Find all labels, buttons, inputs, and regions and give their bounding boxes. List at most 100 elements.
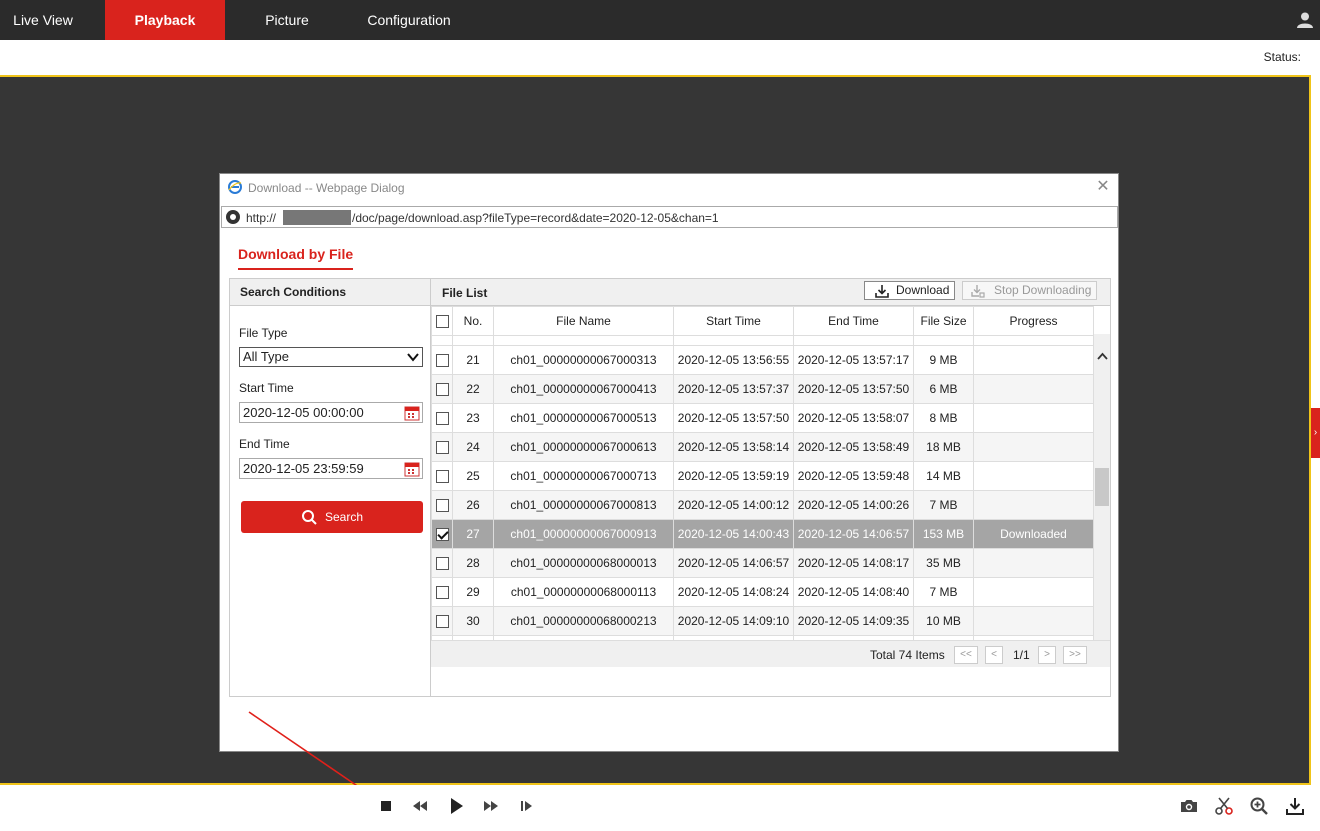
- end-time-field[interactable]: 2020-12-05 23:59:59: [239, 458, 423, 479]
- row-select-cell: [431, 548, 453, 578]
- prev-page-button[interactable]: <: [985, 646, 1003, 664]
- row-checkbox[interactable]: [435, 557, 449, 571]
- download-button[interactable]: Download: [864, 281, 955, 300]
- file-type-select[interactable]: All Type: [239, 347, 423, 367]
- page-indicator: 1/1: [1013, 648, 1030, 662]
- cell-start-time: 2020-12-05 14:00:12: [673, 490, 794, 520]
- cell-file-name: ch01_00000000067000313: [493, 345, 674, 375]
- table-row-partial: [431, 335, 1094, 346]
- row-checkbox[interactable]: [435, 441, 449, 455]
- search-button[interactable]: Search: [241, 501, 423, 533]
- cell-progress: [973, 548, 1094, 578]
- cell-start-time: 2020-12-05 14:00:43: [673, 519, 794, 549]
- tab-configuration[interactable]: Configuration: [350, 0, 468, 40]
- partial-cell: [431, 335, 453, 346]
- table-row[interactable]: 26 ch01_00000000067000813 2020-12-05 14:00…: [431, 490, 1094, 520]
- row-checkbox[interactable]: [435, 470, 449, 484]
- file-table-scrollbar[interactable]: [1093, 334, 1110, 667]
- cell-file-size: 14 MB: [913, 461, 974, 491]
- row-select-cell: [431, 403, 453, 433]
- start-time-label: Start Time: [239, 381, 294, 395]
- cell-end-time: 2020-12-05 13:59:48: [793, 461, 914, 491]
- download-icon[interactable]: [1284, 795, 1306, 817]
- capture-icon[interactable]: [1178, 795, 1200, 817]
- slow-icon[interactable]: [409, 795, 431, 817]
- table-row[interactable]: 28 ch01_00000000068000013 2020-12-05 14:06…: [431, 548, 1094, 578]
- calendar-icon[interactable]: [404, 405, 420, 421]
- row-checkbox[interactable]: [435, 615, 449, 629]
- row-checkbox[interactable]: [435, 412, 449, 426]
- cell-file-name: ch01_00000000067000513: [493, 403, 674, 433]
- stop-icon[interactable]: [375, 795, 397, 817]
- close-icon[interactable]: ✕: [1094, 178, 1112, 196]
- row-checkbox[interactable]: [435, 528, 449, 542]
- cell-file-size: 9 MB: [913, 345, 974, 375]
- fast-icon[interactable]: [480, 795, 502, 817]
- partial-cell: [913, 335, 974, 346]
- cell-end-time: 2020-12-05 14:09:35: [793, 606, 914, 636]
- stop-downloading-button[interactable]: Stop Downloading: [962, 281, 1097, 300]
- column-header-end-time: End Time: [793, 306, 914, 336]
- cell-file-name: ch01_00000000067000913: [493, 519, 674, 549]
- chevron-up-icon[interactable]: [1096, 350, 1109, 363]
- cell-no: 23: [452, 403, 494, 433]
- dialog-title: Download -- Webpage Dialog: [248, 181, 405, 195]
- first-page-button[interactable]: <<: [954, 646, 978, 664]
- pagination: Total 74 Items << < 1/1 > >>: [431, 640, 1110, 667]
- start-time-field[interactable]: 2020-12-05 00:00:00: [239, 402, 423, 423]
- next-page-button[interactable]: >: [1038, 646, 1056, 664]
- cell-start-time: 2020-12-05 14:08:24: [673, 577, 794, 607]
- row-select-cell: [431, 345, 453, 375]
- cell-no: 24: [452, 432, 494, 462]
- tab-picture[interactable]: Picture: [248, 0, 326, 40]
- cell-end-time: 2020-12-05 14:08:17: [793, 548, 914, 578]
- zoom-icon[interactable]: [1248, 795, 1270, 817]
- table-row[interactable]: 25 ch01_00000000067000713 2020-12-05 13:59…: [431, 461, 1094, 491]
- address-bar: http:// /doc/page/download.asp?fileType=…: [221, 206, 1118, 228]
- user-icon[interactable]: [1296, 11, 1314, 29]
- table-row[interactable]: 27 ch01_00000000067000913 2020-12-05 14:00…: [431, 519, 1094, 549]
- cell-progress: [973, 374, 1094, 404]
- table-row[interactable]: 29 ch01_00000000068000113 2020-12-05 14:08…: [431, 577, 1094, 607]
- table-row[interactable]: 22 ch01_00000000067000413 2020-12-05 13:57…: [431, 374, 1094, 404]
- tab-playback[interactable]: Playback: [105, 0, 225, 40]
- table-row[interactable]: 30 ch01_00000000068000213 2020-12-05 14:09…: [431, 606, 1094, 636]
- status-bar: Status:: [0, 40, 1320, 75]
- cell-end-time: 2020-12-05 13:57:50: [793, 374, 914, 404]
- row-checkbox[interactable]: [435, 499, 449, 513]
- select-all-checkbox[interactable]: [435, 315, 449, 329]
- clip-icon[interactable]: [1213, 795, 1235, 817]
- scrollbar-thumb[interactable]: [1095, 468, 1109, 506]
- tab-live-view[interactable]: Live View: [0, 0, 86, 40]
- ie-icon: [228, 180, 242, 194]
- frame-icon[interactable]: [515, 795, 537, 817]
- cell-start-time: 2020-12-05 13:58:14: [673, 432, 794, 462]
- cell-end-time: 2020-12-05 13:58:07: [793, 403, 914, 433]
- table-row[interactable]: 21 ch01_00000000067000313 2020-12-05 13:56…: [431, 345, 1094, 375]
- cell-file-name: ch01_00000000067000713: [493, 461, 674, 491]
- row-checkbox[interactable]: [435, 586, 449, 600]
- play-icon[interactable]: [445, 795, 467, 817]
- last-page-button[interactable]: >>: [1063, 646, 1087, 664]
- table-row[interactable]: 24 ch01_00000000067000613 2020-12-05 13:58…: [431, 432, 1094, 462]
- cell-no: 27: [452, 519, 494, 549]
- expand-panel-tab[interactable]: ›: [1311, 408, 1320, 458]
- cell-file-size: 18 MB: [913, 432, 974, 462]
- row-checkbox[interactable]: [435, 354, 449, 368]
- calendar-icon[interactable]: [404, 461, 420, 477]
- row-select-cell: [431, 519, 453, 549]
- row-select-cell: [431, 461, 453, 491]
- partial-cell: [493, 335, 674, 346]
- cell-progress: [973, 606, 1094, 636]
- cell-progress: Downloaded: [973, 519, 1094, 549]
- section-title[interactable]: Download by File: [238, 246, 354, 270]
- table-row[interactable]: 23 ch01_00000000067000513 2020-12-05 13:57…: [431, 403, 1094, 433]
- row-checkbox[interactable]: [435, 383, 449, 397]
- cell-file-name: ch01_00000000067000613: [493, 432, 674, 462]
- file-list-header: File List Download Stop Downloading: [431, 279, 1110, 306]
- stop-download-icon: [971, 285, 985, 298]
- cell-no: 29: [452, 577, 494, 607]
- cell-progress: [973, 403, 1094, 433]
- cell-no: 25: [452, 461, 494, 491]
- row-select-cell: [431, 577, 453, 607]
